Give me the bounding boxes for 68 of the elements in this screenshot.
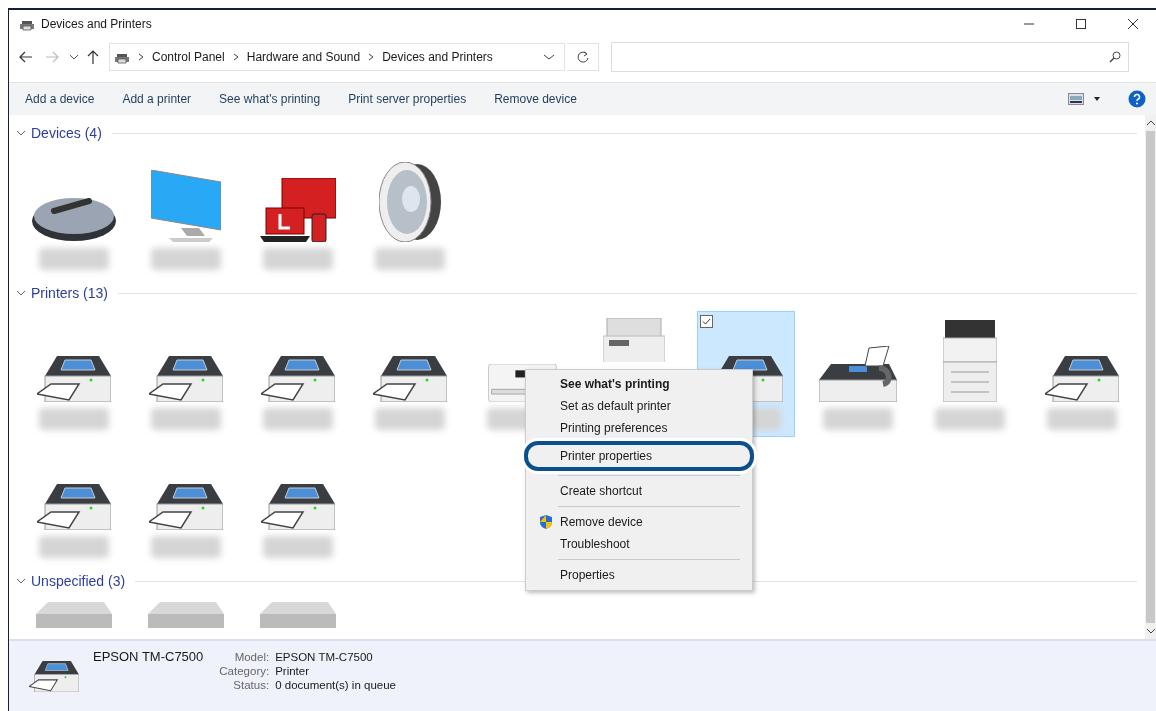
breadcrumb[interactable]: Control Panel [152,50,225,64]
field-value: 0 document(s) in queue [275,679,396,691]
group-header[interactable]: Devices (4) [31,125,102,141]
toolbar-button[interactable]: Print server properties [340,88,475,110]
blurred-label [151,536,221,558]
menu-item[interactable]: Set as default printer [528,395,750,417]
blurred-label [1047,408,1117,430]
blurred-label [151,248,221,270]
scroll-down-icon [1145,627,1156,635]
blurred-label [263,408,333,430]
printer-icon[interactable] [261,484,335,530]
shield-icon [539,514,553,530]
scroll-up-icon [1145,119,1156,127]
blurred-label [375,248,445,270]
field-label: Status: [232,679,270,691]
printer-icon[interactable] [261,356,335,402]
search-field[interactable] [611,42,1129,72]
blurred-label [39,536,109,558]
blurred-label [823,408,893,430]
printer-icon[interactable] [149,484,223,530]
checkbox-checked-icon[interactable] [700,315,713,328]
printer-icon[interactable] [37,356,111,402]
copier-icon[interactable] [943,320,997,402]
window-title: Devices and Printers [41,17,152,31]
search-icon [1108,50,1122,64]
blurred-label [39,408,109,430]
view-options-icon[interactable] [1068,93,1084,105]
help-icon[interactable] [1128,90,1146,108]
printer-icon[interactable] [149,356,223,402]
printer-icon[interactable] [373,356,447,402]
field-value: Printer [275,665,311,677]
device-name: EPSON TM-C7500 [93,649,204,664]
field-label: Category: [219,665,270,677]
toolbar-button[interactable]: Add a printer [114,88,200,110]
breadcrumb[interactable]: Hardware and Sound [246,50,361,64]
blurred-label [151,408,221,430]
menu-item[interactable]: Printer properties [524,441,754,471]
menu-item[interactable]: Create shortcut [528,480,750,502]
menu-item[interactable]: Properties [528,564,750,586]
refresh-button[interactable] [567,43,599,71]
menu-item[interactable]: Printing preferences [528,417,750,439]
blurred-label [375,408,445,430]
field-value: EPSON TM-C7500 [275,651,374,663]
scrollbar[interactable] [1145,115,1156,639]
printer-icon[interactable] [37,484,111,530]
printer-icon[interactable] [1045,356,1119,402]
blurred-label [935,408,1005,430]
toolbar-button[interactable]: See what's printing [211,88,329,110]
laptop-monitor-phone-icon[interactable] [260,178,336,242]
breadcrumb[interactable]: Devices and Printers [382,50,493,64]
menu-item[interactable]: Troubleshoot [528,533,750,555]
speaker-icon[interactable] [379,162,441,242]
printer-icon [29,661,79,692]
toolbar-button[interactable]: Remove device [486,88,585,110]
refresh-icon [575,50,590,64]
menu-item[interactable]: Remove device [528,511,750,533]
group-header[interactable]: Unspecified (3) [31,573,126,589]
blurred-label [39,248,109,270]
monitor-icon[interactable] [151,170,221,242]
toolbar-button[interactable]: Add a device [17,88,103,110]
fax-machine-icon[interactable] [819,346,897,402]
address-bar[interactable]: Control Panel Hardware and Sound Devices and Printers [109,43,565,71]
mouse-icon[interactable] [32,196,116,242]
group-header[interactable]: Printers (13) [31,285,109,301]
menu-item[interactable]: See what's printing [528,373,750,395]
blurred-label [263,536,333,558]
field-label: Model: [233,651,270,663]
blurred-label [263,248,333,270]
